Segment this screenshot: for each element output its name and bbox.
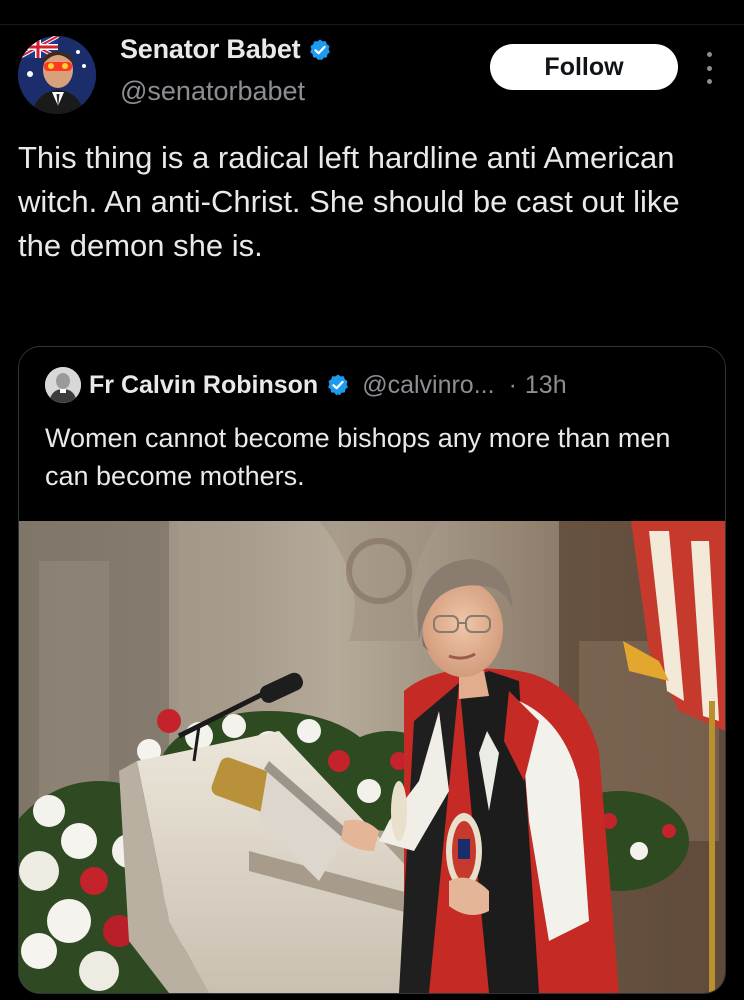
more-vertical-icon[interactable]: [702, 52, 716, 84]
quoted-post-card[interactable]: Fr Calvin Robinson @calvinro... · 13h Wo…: [18, 346, 726, 994]
quoted-post-photo[interactable]: [19, 521, 725, 993]
author-name-row: Senator Babet: [120, 34, 332, 65]
quoted-separator: ·: [508, 370, 517, 399]
post-text: This thing is a radical left hardline an…: [18, 140, 680, 263]
top-divider: [0, 24, 744, 25]
quoted-timestamp[interactable]: 13h: [525, 371, 567, 400]
quoted-author-display-name[interactable]: Fr Calvin Robinson: [89, 371, 318, 400]
quoted-post-header: Fr Calvin Robinson @calvinro... · 13h: [45, 367, 567, 403]
author-handle[interactable]: @senatorbabet: [120, 76, 305, 107]
author-display-name[interactable]: Senator Babet: [120, 34, 301, 65]
quoted-author-avatar[interactable]: [45, 367, 81, 403]
quoted-verified-badge-icon: [326, 373, 350, 397]
more-dot: [706, 79, 712, 84]
more-dot: [706, 52, 712, 57]
quoted-author-handle[interactable]: @calvinro...: [362, 371, 494, 400]
follow-button[interactable]: Follow: [490, 44, 678, 90]
author-avatar[interactable]: [18, 36, 96, 114]
more-dot: [706, 65, 712, 71]
verified-badge-icon: [308, 38, 332, 62]
quoted-post-text: Women cannot become bishops any more tha…: [45, 423, 671, 491]
